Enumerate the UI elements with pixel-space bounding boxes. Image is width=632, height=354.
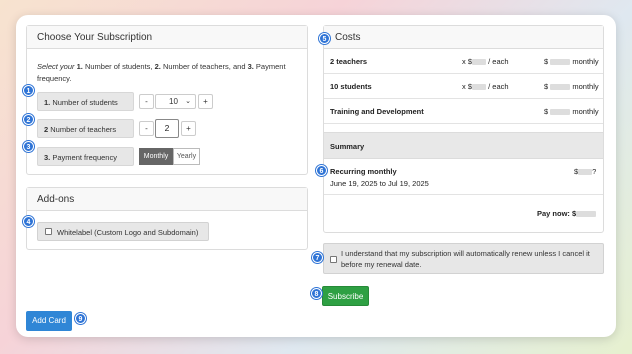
- step-badge-9: 9: [75, 313, 86, 324]
- costs-panel-title: Costs: [324, 26, 603, 49]
- teachers-input[interactable]: 2: [155, 119, 179, 138]
- cost-row-teachers: 2 teachers x $ / each $ monthly: [324, 49, 603, 74]
- chevron-down-icon: ⌄: [185, 98, 191, 105]
- agreement-text: I understand that my subscription will a…: [341, 249, 590, 269]
- teachers-label: 2 Number of teachers: [37, 119, 134, 138]
- step-badge-4: 4: [23, 216, 34, 227]
- step-badge-2: 2: [23, 114, 34, 125]
- step-badge-5: 5: [319, 33, 330, 44]
- subscription-instructions: Select your 1. Number of students, 2. Nu…: [37, 62, 286, 83]
- agreement-checkbox[interactable]: [330, 256, 337, 263]
- addons-panel-title: Add-ons: [27, 188, 307, 211]
- students-select-value: 10: [169, 97, 178, 106]
- step-badge-8: 8: [311, 288, 322, 299]
- subscription-panel: Choose Your Subscription Select your 1. …: [26, 25, 308, 175]
- addons-panel: Add-ons Whitelabel (Custom Logo and Subd…: [26, 187, 308, 250]
- frequency-yearly-option[interactable]: Yearly: [173, 148, 200, 165]
- add-card-button[interactable]: Add Card: [26, 311, 72, 331]
- frequency-monthly-option[interactable]: Monthly: [139, 148, 173, 165]
- teachers-decrement-button[interactable]: -: [139, 121, 154, 136]
- whitelabel-label: Whitelabel (Custom Logo and Subdomain): [57, 228, 199, 237]
- cost-row-students: 10 students x $ / each $ monthly: [324, 74, 603, 99]
- step-badge-7: 7: [312, 252, 323, 263]
- subscription-panel-title: Choose Your Subscription: [27, 26, 307, 49]
- frequency-label: 3. Payment frequency: [37, 147, 134, 166]
- summary-header: Summary: [324, 132, 603, 159]
- cost-row-training: Training and Development $ monthly: [324, 99, 603, 124]
- costs-panel: Costs 2 teachers x $ / each $ monthly 10…: [323, 25, 604, 233]
- subscribe-button[interactable]: Subscribe: [322, 286, 369, 306]
- students-select[interactable]: 10 ⌄: [155, 94, 196, 109]
- students-increment-button[interactable]: +: [198, 94, 213, 109]
- students-decrement-button[interactable]: -: [139, 94, 154, 109]
- whitelabel-checkbox[interactable]: [45, 228, 52, 235]
- students-label: 1. Number of students: [37, 92, 134, 111]
- date-range: June 19, 2025 to Jul 19, 2025: [330, 179, 429, 188]
- teachers-increment-button[interactable]: +: [181, 121, 196, 136]
- whitelabel-option[interactable]: Whitelabel (Custom Logo and Subdomain): [37, 222, 209, 241]
- step-badge-6: 6: [316, 165, 327, 176]
- recurring-label: Recurring monthly: [330, 167, 397, 176]
- recurring-amount: $?: [574, 167, 597, 176]
- step-badge-3: 3: [23, 141, 34, 152]
- pay-now: Pay now: $: [537, 209, 597, 218]
- step-badge-1: 1: [23, 85, 34, 96]
- agreement-box[interactable]: I understand that my subscription will a…: [323, 243, 604, 274]
- pay-now-divider: [324, 194, 603, 195]
